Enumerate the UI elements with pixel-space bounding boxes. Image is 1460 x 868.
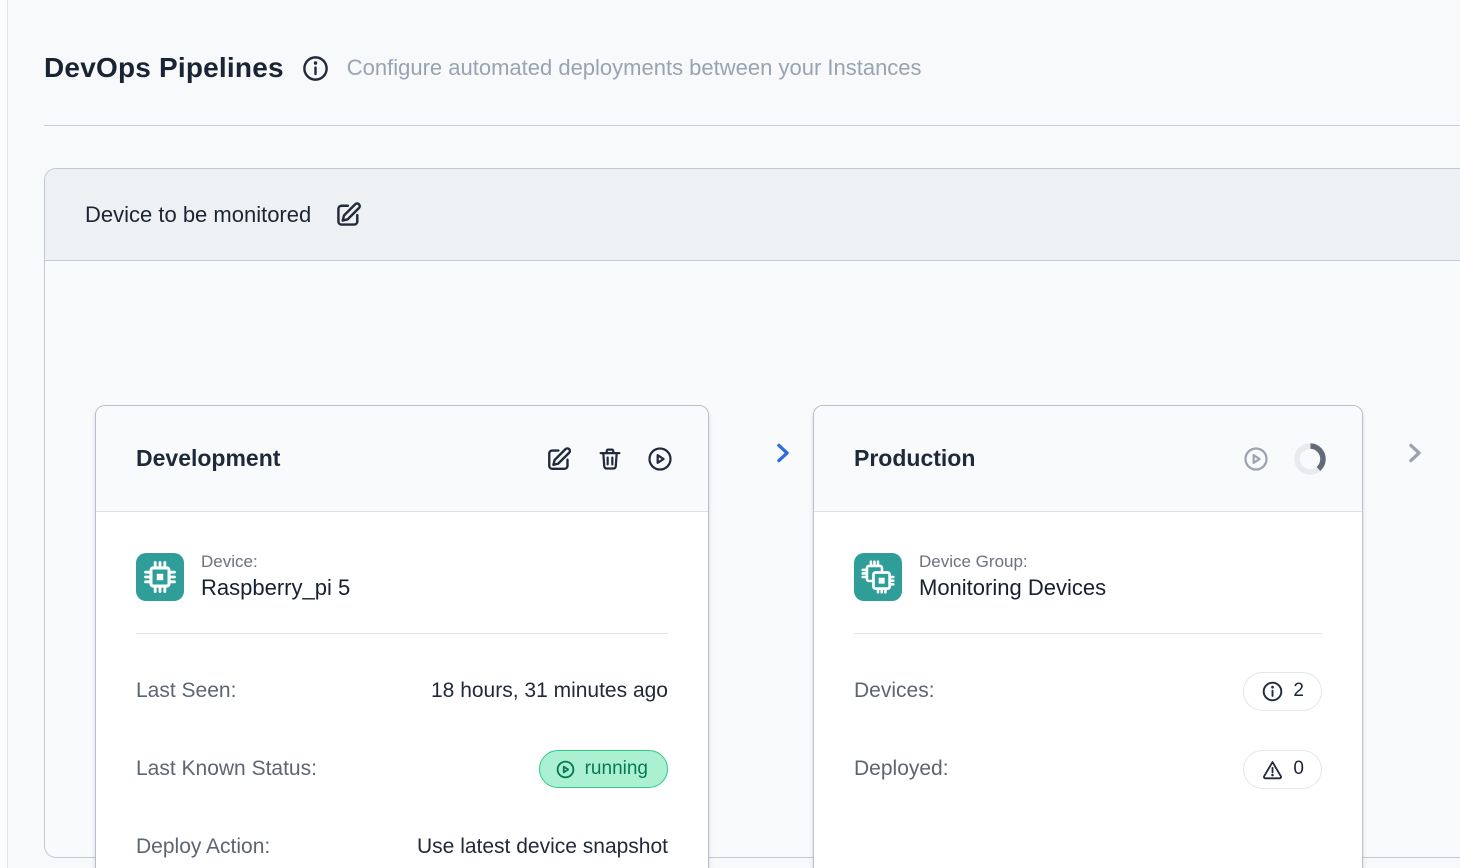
device-group-meta: Device Group: Monitoring Devices [919, 552, 1106, 601]
device-group-row: Device Group: Monitoring Devices [854, 552, 1322, 601]
devices-row: Devices: 2 [854, 670, 1322, 712]
stage-title: Production [854, 445, 975, 472]
scroll-next-icon[interactable] [1401, 438, 1429, 473]
play-circle-icon [555, 759, 576, 780]
left-page-divider [0, 0, 8, 868]
deploy-action-row: Deploy Action: Use latest device snapsho… [136, 826, 668, 868]
pipeline-stages: Development [45, 261, 1460, 858]
device-group-name: Monitoring Devices [919, 575, 1106, 601]
deployed-label: Deployed: [854, 757, 949, 781]
page-title: DevOps Pipelines [44, 52, 284, 84]
last-seen-value: 18 hours, 31 minutes ago [431, 679, 668, 703]
warning-triangle-icon [1261, 758, 1284, 781]
loading-spinner-icon [1292, 441, 1328, 477]
development-card-body: Device: Raspberry_pi 5 Last Seen: 18 hou… [96, 512, 708, 868]
header-divider [44, 125, 1460, 126]
flow-arrow-icon [769, 438, 797, 473]
stage-title: Development [136, 445, 280, 472]
info-icon [1261, 680, 1284, 703]
deployed-count: 0 [1293, 758, 1304, 780]
development-card-header: Development [96, 406, 708, 512]
device-group-chips-icon [854, 553, 902, 601]
device-label: Device: [201, 552, 350, 572]
info-icon[interactable] [301, 54, 330, 83]
deploy-action-value: Use latest device snapshot [417, 835, 668, 859]
devices-count-pill[interactable]: 2 [1243, 672, 1322, 711]
status-text: running [585, 758, 648, 780]
device-name: Raspberry_pi 5 [201, 575, 350, 601]
last-seen-row: Last Seen: 18 hours, 31 minutes ago [136, 670, 668, 712]
pipeline-panel: Device to be monitored Development [44, 168, 1460, 858]
card-divider [136, 633, 668, 634]
deployed-row: Deployed: 0 [854, 748, 1322, 790]
last-known-status-row: Last Known Status: running [136, 748, 668, 790]
run-stage-icon[interactable] [646, 445, 674, 473]
device-chip-icon [136, 553, 184, 601]
card-divider [854, 633, 1322, 634]
page-subtitle: Configure automated deployments between … [347, 55, 922, 81]
last-known-status-label: Last Known Status: [136, 757, 317, 781]
run-stage-icon-disabled[interactable] [1242, 445, 1270, 473]
deployed-count-pill[interactable]: 0 [1243, 750, 1322, 789]
edit-pipeline-icon[interactable] [333, 199, 364, 230]
status-badge: running [539, 750, 668, 788]
last-seen-label: Last Seen: [136, 679, 236, 703]
device-meta: Device: Raspberry_pi 5 [201, 552, 350, 601]
production-actions [1242, 441, 1328, 477]
pipeline-panel-header: Device to be monitored [45, 169, 1460, 261]
page-header: DevOps Pipelines Configure automated dep… [44, 52, 1440, 84]
development-stage-card: Development [95, 405, 709, 868]
device-group-label: Device Group: [919, 552, 1106, 572]
production-card-header: Production [814, 406, 1362, 512]
edit-stage-icon[interactable] [544, 444, 574, 474]
delete-stage-icon[interactable] [596, 445, 624, 473]
production-card-body: Device Group: Monitoring Devices Devices… [814, 512, 1362, 868]
deploy-action-label: Deploy Action: [136, 835, 270, 859]
devices-count: 2 [1293, 680, 1304, 702]
devices-label: Devices: [854, 679, 935, 703]
device-row: Device: Raspberry_pi 5 [136, 552, 668, 601]
pipeline-name: Device to be monitored [85, 202, 311, 228]
development-actions [544, 444, 674, 474]
production-stage-card: Production [813, 405, 1363, 868]
